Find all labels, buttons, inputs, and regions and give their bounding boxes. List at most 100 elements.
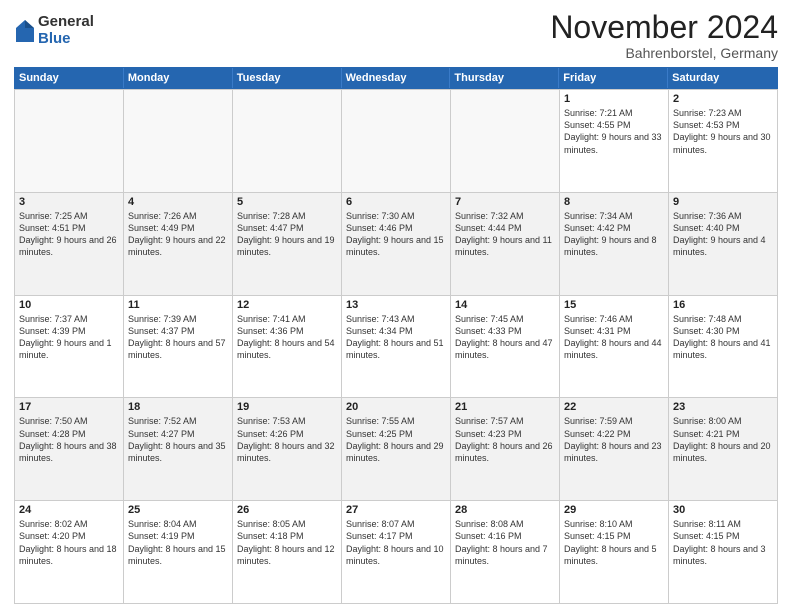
- cell-info: Sunrise: 7:25 AM Sunset: 4:51 PM Dayligh…: [19, 210, 119, 259]
- day-number: 2: [673, 93, 773, 105]
- day-number: 27: [346, 504, 446, 516]
- cal-cell: 14 Sunrise: 7:45 AM Sunset: 4:33 PM Dayli…: [451, 295, 560, 398]
- cal-cell: 13Sunrise: 7:43 AM Sunset: 4:34 PM Dayli…: [342, 295, 451, 398]
- cell-info: Sunrise: 7:34 AM Sunset: 4:42 PM Dayligh…: [564, 210, 664, 259]
- cal-cell: 9 Sunrise: 7:36 AM Sunset: 4:40 PM Daylig…: [669, 192, 778, 295]
- cal-cell: 10 Sunrise: 7:37 AM Sunset: 4:39 PM Dayli…: [15, 295, 124, 398]
- day-number: 11: [128, 299, 228, 311]
- cal-cell: [342, 89, 451, 192]
- day-number: 19: [237, 401, 337, 413]
- day-number: 26: [237, 504, 337, 516]
- cell-info: Sunrise: 7:37 AM Sunset: 4:39 PM Dayligh…: [19, 313, 119, 362]
- cal-cell: 18Sunrise: 7:52 AM Sunset: 4:27 PM Dayli…: [124, 397, 233, 500]
- cell-info: Sunrise: 7:32 AM Sunset: 4:44 PM Dayligh…: [455, 210, 555, 259]
- logo-general: General: [38, 14, 94, 31]
- cell-info: Sunrise: 8:11 AM Sunset: 4:15 PM Dayligh…: [673, 518, 773, 567]
- cell-info: Sunrise: 8:08 AM Sunset: 4:16 PM Dayligh…: [455, 518, 555, 567]
- cal-cell: 20Sunrise: 7:55 AM Sunset: 4:25 PM Dayli…: [342, 397, 451, 500]
- day-number: 25: [128, 504, 228, 516]
- logo-text: General Blue: [38, 14, 94, 47]
- cal-cell: 23Sunrise: 8:00 AM Sunset: 4:21 PM Dayli…: [669, 397, 778, 500]
- day-number: 22: [564, 401, 664, 413]
- cell-info: Sunrise: 7:39 AM Sunset: 4:37 PM Dayligh…: [128, 313, 228, 362]
- cell-info: Sunrise: 7:50 AM Sunset: 4:28 PM Dayligh…: [19, 415, 119, 464]
- cal-cell: 8 Sunrise: 7:34 AM Sunset: 4:42 PM Daylig…: [560, 192, 669, 295]
- header-day-monday: Monday: [124, 68, 233, 88]
- cell-info: Sunrise: 7:36 AM Sunset: 4:40 PM Dayligh…: [673, 210, 773, 259]
- cell-info: Sunrise: 8:05 AM Sunset: 4:18 PM Dayligh…: [237, 518, 337, 567]
- day-number: 7: [455, 196, 555, 208]
- cell-info: Sunrise: 7:21 AM Sunset: 4:55 PM Dayligh…: [564, 107, 664, 156]
- header-day-saturday: Saturday: [668, 68, 777, 88]
- header-day-sunday: Sunday: [15, 68, 124, 88]
- day-number: 10: [19, 299, 119, 311]
- cal-cell: 24 Sunrise: 8:02 AM Sunset: 4:20 PM Dayli…: [15, 500, 124, 603]
- day-number: 12: [237, 299, 337, 311]
- cell-info: Sunrise: 8:02 AM Sunset: 4:20 PM Dayligh…: [19, 518, 119, 567]
- cell-info: Sunrise: 7:30 AM Sunset: 4:46 PM Dayligh…: [346, 210, 446, 259]
- cal-cell: 1 Sunrise: 7:21 AM Sunset: 4:55 PM Daylig…: [560, 89, 669, 192]
- day-number: 16: [673, 299, 773, 311]
- cell-info: Sunrise: 8:07 AM Sunset: 4:17 PM Dayligh…: [346, 518, 446, 567]
- cell-info: Sunrise: 7:48 AM Sunset: 4:30 PM Dayligh…: [673, 313, 773, 362]
- cal-cell: 11 Sunrise: 7:39 AM Sunset: 4:37 PM Dayli…: [124, 295, 233, 398]
- logo-blue: Blue: [38, 31, 94, 48]
- cell-info: Sunrise: 7:28 AM Sunset: 4:47 PM Dayligh…: [237, 210, 337, 259]
- cell-info: Sunrise: 7:53 AM Sunset: 4:26 PM Dayligh…: [237, 415, 337, 464]
- header-day-tuesday: Tuesday: [233, 68, 342, 88]
- cal-cell: 16 Sunrise: 7:48 AM Sunset: 4:30 PM Dayli…: [669, 295, 778, 398]
- cal-cell: 26 Sunrise: 8:05 AM Sunset: 4:18 PM Dayli…: [233, 500, 342, 603]
- cal-cell: 28 Sunrise: 8:08 AM Sunset: 4:16 PM Dayli…: [451, 500, 560, 603]
- location: Bahrenborstel, Germany: [550, 45, 778, 61]
- cell-info: Sunrise: 7:45 AM Sunset: 4:33 PM Dayligh…: [455, 313, 555, 362]
- cal-cell: 15 Sunrise: 7:46 AM Sunset: 4:31 PM Dayli…: [560, 295, 669, 398]
- day-number: 17: [19, 401, 119, 413]
- cal-cell: [451, 89, 560, 192]
- cell-info: Sunrise: 7:57 AM Sunset: 4:23 PM Dayligh…: [455, 415, 555, 464]
- day-number: 13: [346, 299, 446, 311]
- cal-cell: [124, 89, 233, 192]
- day-number: 4: [128, 196, 228, 208]
- cal-cell: 7 Sunrise: 7:32 AM Sunset: 4:44 PM Daylig…: [451, 192, 560, 295]
- cell-info: Sunrise: 7:46 AM Sunset: 4:31 PM Dayligh…: [564, 313, 664, 362]
- cell-info: Sunrise: 7:41 AM Sunset: 4:36 PM Dayligh…: [237, 313, 337, 362]
- cal-cell: 30Sunrise: 8:11 AM Sunset: 4:15 PM Dayli…: [669, 500, 778, 603]
- header-day-wednesday: Wednesday: [342, 68, 451, 88]
- page: General Blue November 2024 Bahrenborstel…: [0, 0, 792, 612]
- cal-cell: 27 Sunrise: 8:07 AM Sunset: 4:17 PM Dayli…: [342, 500, 451, 603]
- day-number: 1: [564, 93, 664, 105]
- cal-cell: 5Sunrise: 7:28 AM Sunset: 4:47 PM Daylig…: [233, 192, 342, 295]
- cal-cell: [15, 89, 124, 192]
- day-number: 9: [673, 196, 773, 208]
- cell-info: Sunrise: 8:10 AM Sunset: 4:15 PM Dayligh…: [564, 518, 664, 567]
- cal-cell: 3 Sunrise: 7:25 AM Sunset: 4:51 PM Daylig…: [15, 192, 124, 295]
- day-number: 3: [19, 196, 119, 208]
- day-number: 24: [19, 504, 119, 516]
- day-number: 20: [346, 401, 446, 413]
- cal-cell: 17 Sunrise: 7:50 AM Sunset: 4:28 PM Dayli…: [15, 397, 124, 500]
- day-number: 15: [564, 299, 664, 311]
- day-number: 18: [128, 401, 228, 413]
- day-number: 8: [564, 196, 664, 208]
- logo: General Blue: [14, 14, 94, 47]
- cell-info: Sunrise: 7:59 AM Sunset: 4:22 PM Dayligh…: [564, 415, 664, 464]
- calendar: SundayMondayTuesdayWednesdayThursdayFrid…: [14, 67, 778, 604]
- day-number: 21: [455, 401, 555, 413]
- cal-cell: [233, 89, 342, 192]
- day-number: 14: [455, 299, 555, 311]
- cal-cell: 4Sunrise: 7:26 AM Sunset: 4:49 PM Daylig…: [124, 192, 233, 295]
- calendar-body: 1 Sunrise: 7:21 AM Sunset: 4:55 PM Daylig…: [14, 89, 778, 604]
- calendar-header: SundayMondayTuesdayWednesdayThursdayFrid…: [14, 67, 778, 89]
- cal-cell: 25Sunrise: 8:04 AM Sunset: 4:19 PM Dayli…: [124, 500, 233, 603]
- cell-info: Sunrise: 7:23 AM Sunset: 4:53 PM Dayligh…: [673, 107, 773, 156]
- day-number: 28: [455, 504, 555, 516]
- cal-cell: 12 Sunrise: 7:41 AM Sunset: 4:36 PM Dayli…: [233, 295, 342, 398]
- logo-icon: [16, 20, 34, 42]
- cal-cell: 22 Sunrise: 7:59 AM Sunset: 4:22 PM Dayli…: [560, 397, 669, 500]
- cal-cell: 2 Sunrise: 7:23 AM Sunset: 4:53 PM Daylig…: [669, 89, 778, 192]
- cal-cell: 29 Sunrise: 8:10 AM Sunset: 4:15 PM Dayli…: [560, 500, 669, 603]
- cal-cell: 6Sunrise: 7:30 AM Sunset: 4:46 PM Daylig…: [342, 192, 451, 295]
- header: General Blue November 2024 Bahrenborstel…: [14, 10, 778, 61]
- title-block: November 2024 Bahrenborstel, Germany: [550, 10, 778, 61]
- day-number: 29: [564, 504, 664, 516]
